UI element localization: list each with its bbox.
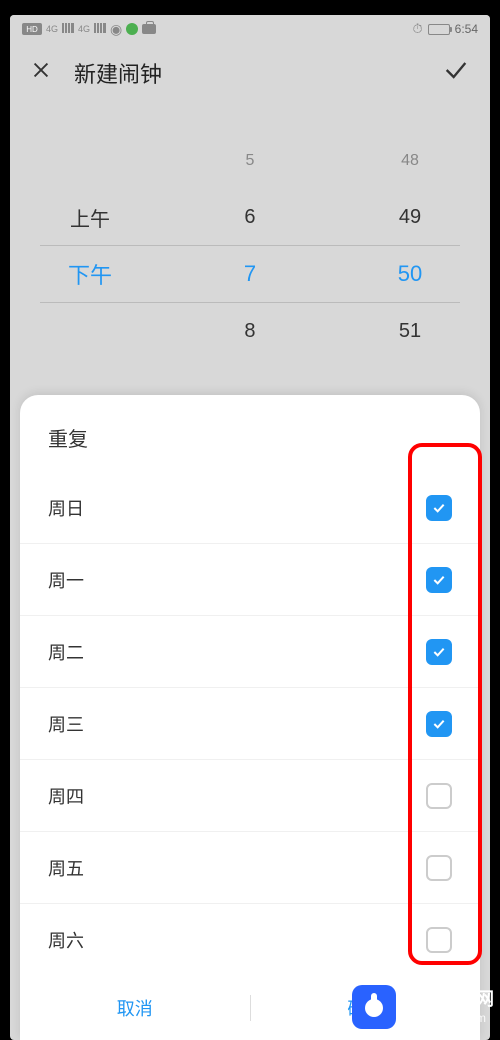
wifi-icon: ◉ xyxy=(110,21,122,38)
app-indicator-icon xyxy=(126,23,138,35)
watermark-logo-icon xyxy=(352,985,396,1029)
day-label: 周日 xyxy=(48,495,84,521)
ampm-selected: 下午 xyxy=(11,258,169,290)
checkmark-icon xyxy=(431,500,447,516)
min-selected: 50 xyxy=(331,261,489,287)
time-picker[interactable]: 5 48 上午 6 49 下午 7 50 8 51 xyxy=(10,103,490,369)
signal-icon-2 xyxy=(94,23,106,36)
page-title: 新建闹钟 xyxy=(66,57,442,89)
day-row[interactable]: 周四 xyxy=(20,760,480,832)
alarm-status-icon: ⏱ xyxy=(413,21,423,37)
day-row[interactable]: 周五 xyxy=(20,832,480,904)
status-bar: HD 4G 4G ◉ ⏱ 6:54 xyxy=(10,15,490,43)
confirm-button[interactable] xyxy=(442,56,470,91)
repeat-modal: 重复 周日周一周二周三周四周五周六 取消 确定 xyxy=(20,395,480,1040)
min-prev2: 48 xyxy=(331,152,489,170)
day-label: 周四 xyxy=(48,783,84,809)
hour-next1: 8 xyxy=(171,320,329,343)
day-checkbox[interactable] xyxy=(426,711,452,737)
close-icon xyxy=(30,59,52,81)
day-label: 周五 xyxy=(48,855,84,881)
check-icon xyxy=(442,56,470,84)
day-label: 周三 xyxy=(48,711,84,737)
phone-frame: HD 4G 4G ◉ ⏱ 6:54 新建闹钟 5 48 xyxy=(10,15,490,1040)
close-button[interactable] xyxy=(30,59,66,88)
day-checkbox[interactable] xyxy=(426,855,452,881)
day-checkbox[interactable] xyxy=(426,567,452,593)
day-label: 周一 xyxy=(48,567,84,593)
day-label: 周六 xyxy=(48,927,84,953)
cancel-button[interactable]: 取消 xyxy=(20,995,250,1021)
day-checkbox[interactable] xyxy=(426,639,452,665)
min-next1: 51 xyxy=(331,320,489,343)
watermark: 蓝莓安卓网 www.lmkjz.com xyxy=(352,985,494,1029)
sim2-network: 4G xyxy=(78,24,90,34)
header-bar: 新建闹钟 xyxy=(10,43,490,103)
watermark-name: 蓝莓安卓网 xyxy=(404,989,494,1011)
battery-icon xyxy=(428,24,450,35)
checkmark-icon xyxy=(431,572,447,588)
day-row[interactable]: 周日 xyxy=(20,472,480,544)
day-checkbox[interactable] xyxy=(426,927,452,953)
day-row[interactable]: 周一 xyxy=(20,544,480,616)
day-row[interactable]: 周三 xyxy=(20,688,480,760)
hour-selected: 7 xyxy=(171,261,329,287)
hour-prev1: 6 xyxy=(171,206,329,229)
day-row[interactable]: 周六 xyxy=(20,904,480,976)
hd-indicator: HD xyxy=(22,23,42,35)
status-time: 6:54 xyxy=(455,22,478,36)
checkmark-icon xyxy=(431,716,447,732)
work-mode-icon xyxy=(142,24,156,34)
min-prev1: 49 xyxy=(331,206,489,229)
ampm-prev: 上午 xyxy=(11,203,169,232)
day-checkbox[interactable] xyxy=(426,495,452,521)
hour-prev2: 5 xyxy=(171,152,329,170)
signal-icon-1 xyxy=(62,23,74,36)
sim1-network: 4G xyxy=(46,24,58,34)
day-list: 周日周一周二周三周四周五周六 xyxy=(20,472,480,976)
modal-title: 重复 xyxy=(20,423,480,472)
checkmark-icon xyxy=(431,644,447,660)
day-label: 周二 xyxy=(48,639,84,665)
watermark-url: www.lmkjz.com xyxy=(404,1011,494,1025)
day-checkbox[interactable] xyxy=(426,783,452,809)
day-row[interactable]: 周二 xyxy=(20,616,480,688)
